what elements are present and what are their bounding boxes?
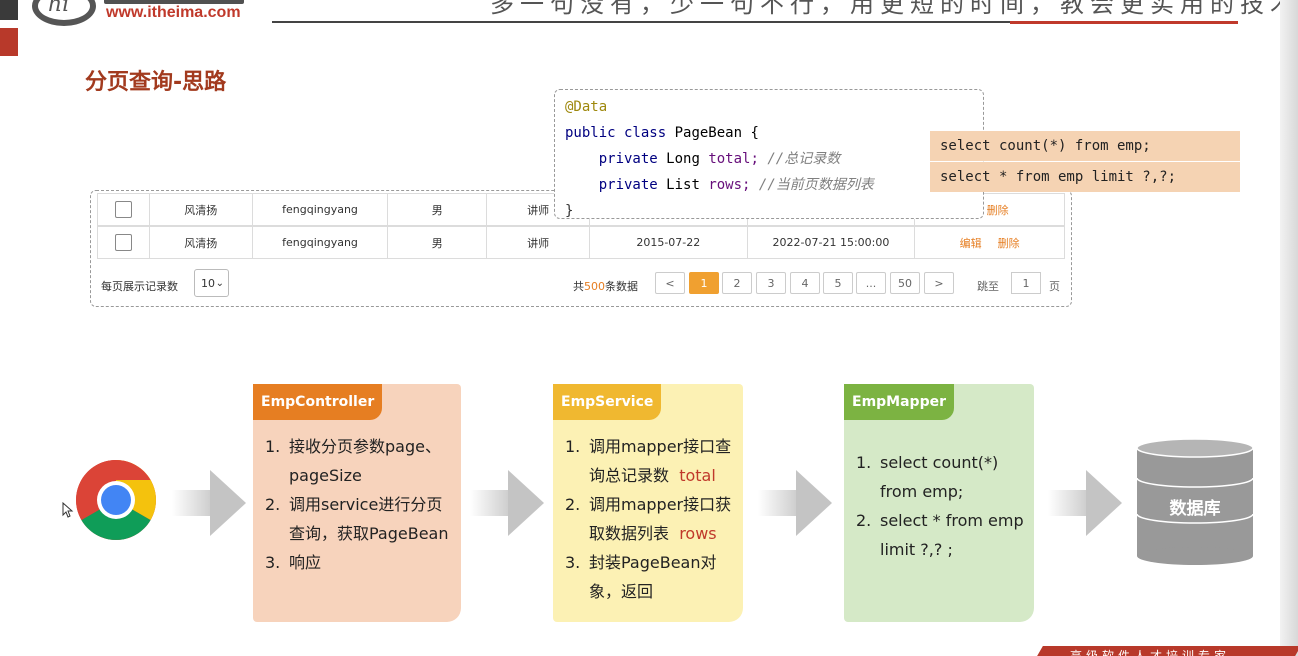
- list-item: 3. 响应: [265, 553, 322, 572]
- delete-link[interactable]: 删除: [987, 202, 1009, 218]
- prev-page-button[interactable]: <: [655, 272, 685, 294]
- cell-update-time: 2022-07-21 15:00:00: [748, 227, 916, 258]
- cell-gender: 男: [388, 194, 488, 225]
- page-suffix: 页: [1049, 280, 1060, 293]
- page-size-select[interactable]: 10 ⌄: [194, 269, 229, 297]
- list-item: 1. select count(*) from emp;: [856, 453, 999, 501]
- chrome-browser-icon: [76, 460, 156, 540]
- delete-link[interactable]: 删除: [998, 235, 1020, 251]
- flow-arrow-icon: [470, 470, 544, 536]
- code-type: Long: [666, 151, 700, 167]
- code-field: rows;: [708, 177, 751, 193]
- pagebean-code-block: @Data public class PageBean { private Lo…: [554, 89, 984, 219]
- cell-job: 讲师: [487, 227, 590, 258]
- total-suffix: 条数据: [605, 280, 638, 293]
- code-keyword: private: [598, 177, 658, 193]
- code-class-name: PageBean {: [674, 125, 759, 141]
- row-checkbox-cell[interactable]: [98, 227, 150, 258]
- cell-name: 风清扬: [150, 194, 253, 225]
- page-button-3[interactable]: 3: [756, 272, 786, 294]
- code-keyword: public class: [565, 125, 667, 141]
- row-checkbox-cell[interactable]: [98, 194, 150, 225]
- left-accent-red: [0, 28, 18, 56]
- code-keyword: private: [598, 151, 658, 167]
- row-checkbox[interactable]: [114, 234, 132, 251]
- code-line-field-rows: private List rows; //当前页数据列表: [565, 172, 973, 198]
- database-label: 数据库: [1169, 499, 1221, 519]
- list-item: 1. 调用mapper接口查询总记录数 total: [565, 437, 732, 485]
- slide-title: 分页查询-思路: [85, 70, 227, 95]
- row-checkbox[interactable]: [114, 201, 132, 218]
- mapper-tag: EmpMapper: [844, 384, 954, 420]
- table-row: 风清扬 fengqingyang 男 讲师 2015-07-22 2022-07…: [97, 226, 1065, 259]
- code-type: List: [666, 177, 700, 193]
- itheima-logo-icon: hi: [30, 0, 100, 26]
- service-steps: 1. 调用mapper接口查询总记录数 total 2. 调用mapper接口获取数…: [565, 432, 743, 606]
- sql-count-query: select count(*) from emp;: [930, 131, 1240, 161]
- controller-tag: EmpController: [253, 384, 383, 420]
- code-field: total;: [708, 151, 759, 167]
- list-item: 2. 调用mapper接口获取数据列表 rows: [565, 495, 732, 543]
- cell-actions: 编辑 删除: [915, 227, 1064, 258]
- flow-arrow-icon: [172, 470, 246, 536]
- page-ellipsis: ...: [856, 272, 886, 294]
- cell-entry-date: 2015-07-22: [590, 227, 748, 258]
- controller-card: EmpController 1. 接收分页参数page、pageSize 2. 调用…: [253, 384, 461, 622]
- code-annotation: @Data: [565, 99, 608, 115]
- logo-glyph: hi: [48, 0, 70, 17]
- list-item: 1. 接收分页参数page、pageSize: [265, 437, 441, 485]
- flow-arrow-icon: [758, 470, 832, 536]
- header-divider-accent: [1010, 21, 1238, 24]
- cell-name: 风清扬: [150, 227, 253, 258]
- page-size-value: 10: [201, 276, 215, 290]
- database-icon: 数据库: [1136, 438, 1254, 566]
- left-accent-strip: [0, 0, 18, 56]
- code-comment: //当前页数据列表: [758, 177, 874, 193]
- list-item: 2. 调用service进行分页查询，获取PageBean: [265, 495, 449, 543]
- footer-text: 高级软件人才培训专家: [1070, 649, 1231, 656]
- page-button-4[interactable]: 4: [790, 272, 820, 294]
- total-count: 共500条数据: [573, 278, 638, 294]
- cell-gender: 男: [388, 227, 488, 258]
- mouse-cursor-icon: [62, 502, 74, 518]
- left-accent-dark: [0, 0, 18, 20]
- sql-page-query: select * from emp limit ?,?;: [930, 162, 1240, 192]
- jump-label: 跳至: [977, 280, 999, 293]
- page-size-label: 每页展示记录数: [101, 280, 178, 293]
- next-page-button[interactable]: >: [924, 272, 954, 294]
- edit-link[interactable]: 编辑: [960, 235, 982, 251]
- cell-username: fengqingyang: [253, 227, 389, 258]
- highlight-total: total: [679, 466, 716, 485]
- page-button-5[interactable]: 5: [823, 272, 853, 294]
- code-line-close: }: [565, 203, 574, 219]
- mapper-card: EmpMapper 1. select count(*) from emp; 2.…: [844, 384, 1034, 622]
- highlight-rows: rows: [679, 524, 717, 543]
- page-button-2[interactable]: 2: [722, 272, 752, 294]
- mapper-steps: 1. select count(*) from emp; 2. select * f…: [856, 448, 1032, 564]
- code-line-class: public class PageBean {: [565, 120, 973, 146]
- logo-url: www.itheima.com: [106, 4, 241, 21]
- total-value: 500: [584, 280, 605, 293]
- page-button-50[interactable]: 50: [890, 272, 920, 294]
- service-card: EmpService 1. 调用mapper接口查询总记录数 total 2. 调用…: [553, 384, 743, 622]
- window-right-edge: [1280, 0, 1298, 656]
- code-line-annotation: @Data: [565, 94, 973, 120]
- list-item: 3. 封装PageBean对象，返回: [565, 553, 717, 601]
- pagination-bar: 每页展示记录数 10 ⌄ 共500条数据 < 1 2 3 4 5 ... 50 …: [99, 269, 1069, 299]
- chevron-down-icon: ⌄: [215, 278, 224, 289]
- jump-page-input[interactable]: 1: [1011, 272, 1041, 294]
- total-prefix: 共: [573, 280, 584, 293]
- code-line-field-total: private Long total; //总记录数: [565, 146, 973, 172]
- service-tag: EmpService: [553, 384, 662, 420]
- list-item: 2. select * from emp limit ?,? ;: [856, 511, 1024, 559]
- controller-steps: 1. 接收分页参数page、pageSize 2. 调用service进行分页查询，…: [265, 432, 455, 577]
- header-slogan: 多一句没有，少一句不行，用更短的时间，教会更实用的技术!: [490, 0, 1298, 18]
- page-button-1[interactable]: 1: [689, 272, 719, 294]
- flow-arrow-icon: [1048, 470, 1122, 536]
- code-comment: //总记录数: [767, 151, 841, 167]
- cell-username: fengqingyang: [253, 194, 389, 225]
